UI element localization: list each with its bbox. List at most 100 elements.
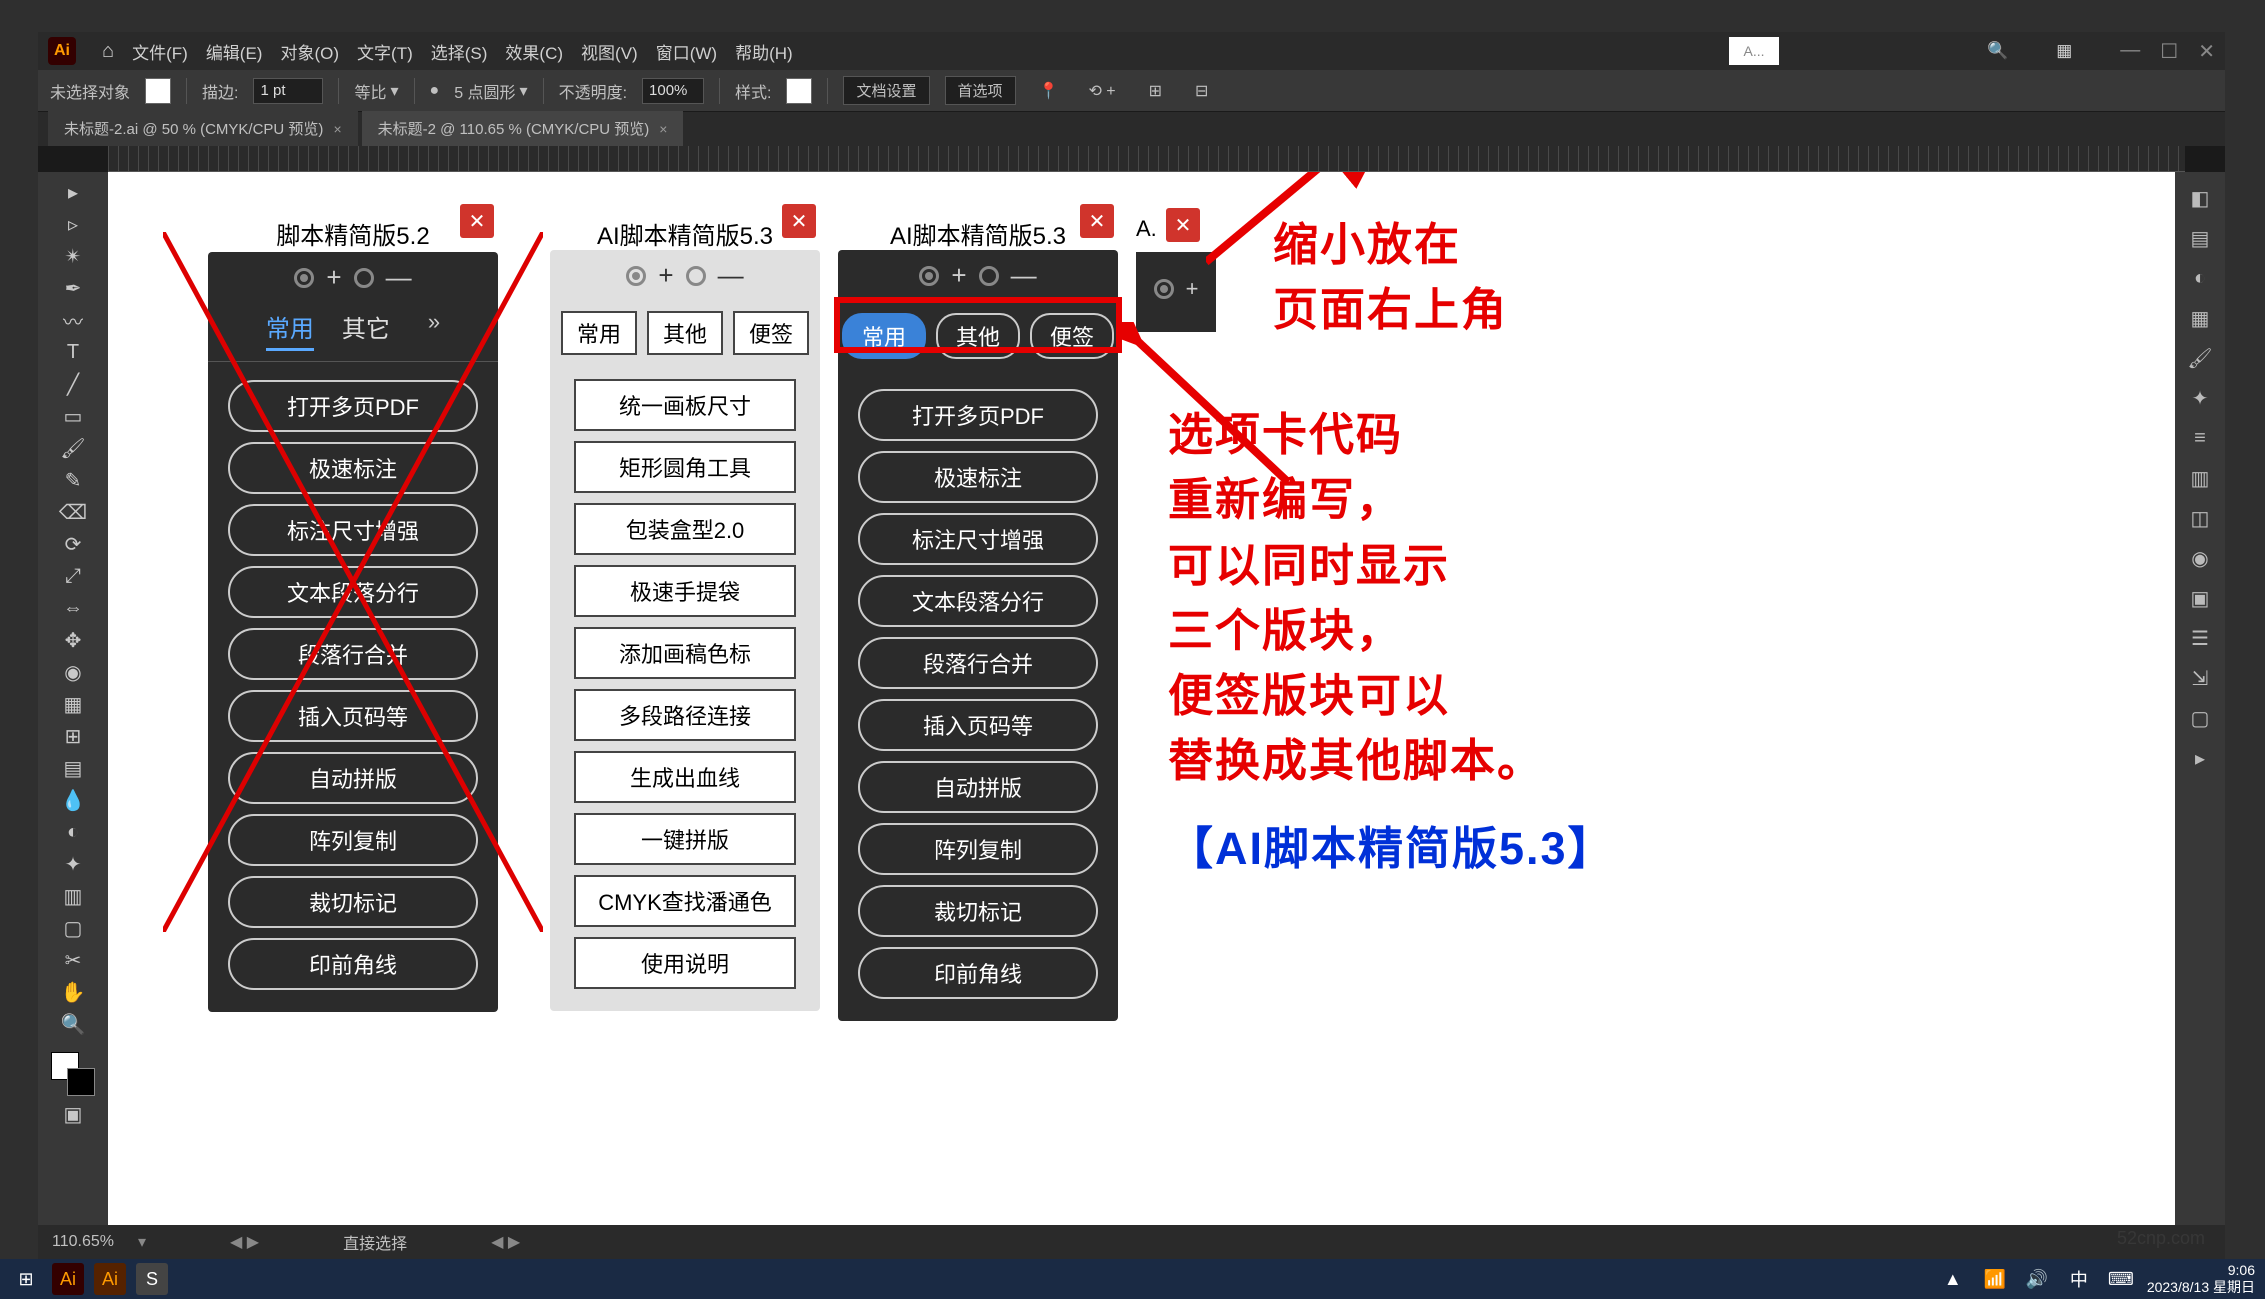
btn-add-swatch[interactable]: 添加画稿色标 — [574, 627, 796, 679]
screen-mode-icon[interactable]: ▣ — [59, 1100, 87, 1128]
btn-text-para-split[interactable]: 文本段落分行 — [228, 566, 478, 618]
close-icon[interactable]: ✕ — [2198, 39, 2215, 64]
layers-icon[interactable]: ☰ — [2184, 622, 2216, 654]
btn-auto-impose[interactable]: 自动拼版 — [228, 752, 478, 804]
width-tool-icon[interactable]: ⇔ — [59, 594, 87, 622]
header-search-box[interactable]: A... — [1729, 37, 1779, 65]
symbol-tool-icon[interactable]: ✦ — [59, 850, 87, 878]
menu-window[interactable]: 窗口(W) — [656, 39, 717, 64]
artboard-canvas[interactable]: 脚本精简版5.2 ✕ + — 常用 其它 » 打开多页PDF 极速标注 标注尺寸… — [108, 172, 2175, 1225]
menu-effect[interactable]: 效果(C) — [505, 39, 563, 64]
btn-help[interactable]: 使用说明 — [574, 937, 796, 989]
keyboard-icon[interactable]: ⌨ — [2105, 1263, 2137, 1295]
btn-corner-marks[interactable]: 印前角线 — [228, 938, 478, 990]
eraser-tool-icon[interactable]: ⌫ — [59, 498, 87, 526]
brush-tool-icon[interactable]: 🖌 — [59, 434, 87, 462]
opacity-input[interactable] — [642, 78, 704, 104]
maximize-icon[interactable]: ☐ — [2160, 39, 2178, 64]
wand-tool-icon[interactable]: ✴ — [59, 242, 87, 270]
search-icon[interactable]: 🔍 — [1987, 41, 2008, 61]
zoom-level[interactable]: 110.65% — [52, 1233, 114, 1251]
btn-text-para-split[interactable]: 文本段落分行 — [858, 575, 1098, 627]
panel-toggle-icon[interactable]: ⊞ — [1149, 81, 1162, 101]
btn-corner-marks[interactable]: 印前角线 — [858, 947, 1098, 999]
btn-open-pdf[interactable]: 打开多页PDF — [858, 389, 1098, 441]
btn-para-merge[interactable]: 段落行合并 — [228, 628, 478, 680]
stroke-input[interactable] — [253, 78, 323, 104]
stroke-icon[interactable]: ≡ — [2184, 422, 2216, 454]
transparency-icon[interactable]: ◫ — [2184, 502, 2216, 534]
btn-para-merge[interactable]: 段落行合并 — [858, 637, 1098, 689]
free-transform-icon[interactable]: ✥ — [59, 626, 87, 654]
shape-builder-icon[interactable]: ◉ — [59, 658, 87, 686]
close-button[interactable]: ✕ — [1080, 204, 1114, 238]
pen-tool-icon[interactable]: ✒ — [59, 274, 87, 302]
btn-oneclick-impose[interactable]: 一键拼版 — [574, 813, 796, 865]
network-icon[interactable]: 📶 — [1979, 1263, 2011, 1295]
tab-other[interactable]: 其他 — [647, 311, 723, 355]
rotate-tool-icon[interactable]: ⟳ — [59, 530, 87, 558]
menu-type[interactable]: 文字(T) — [357, 39, 413, 64]
radio-on-icon[interactable] — [919, 266, 939, 286]
btn-unify-artboard[interactable]: 统一画板尺寸 — [574, 379, 796, 431]
home-icon[interactable]: ⌂ — [102, 40, 114, 63]
radio-on-icon[interactable] — [294, 268, 314, 288]
brushes-icon[interactable]: 🖌 — [2184, 342, 2216, 374]
btn-box-type[interactable]: 包装盒型2.0 — [574, 503, 796, 555]
doc-tab-1[interactable]: 未标题-2.ai @ 50 % (CMYK/CPU 预览)× — [48, 111, 358, 146]
menu-select[interactable]: 选择(S) — [431, 39, 488, 64]
direct-select-tool-icon[interactable]: ▹ — [59, 210, 87, 238]
panel-toggle-icon-2[interactable]: ⊟ — [1195, 81, 1208, 101]
btn-page-number[interactable]: 插入页码等 — [858, 699, 1098, 751]
eyedropper-tool-icon[interactable]: 💧 — [59, 786, 87, 814]
close-button[interactable]: ✕ — [1166, 208, 1200, 242]
gradient-icon[interactable]: ▥ — [2184, 462, 2216, 494]
btn-page-number[interactable]: 插入页码等 — [228, 690, 478, 742]
line-tool-icon[interactable]: ╱ — [59, 370, 87, 398]
asset-export-icon[interactable]: ⇲ — [2184, 662, 2216, 694]
zoom-tool-icon[interactable]: 🔍 — [59, 1010, 87, 1038]
tab-common[interactable]: 常用 — [266, 309, 314, 351]
curvature-tool-icon[interactable]: 〰 — [59, 306, 87, 334]
btn-join-paths[interactable]: 多段路径连接 — [574, 689, 796, 741]
tab-common[interactable]: 常用 — [561, 311, 637, 355]
btn-fast-annotate[interactable]: 极速标注 — [858, 451, 1098, 503]
btn-array-copy[interactable]: 阵列复制 — [858, 823, 1098, 875]
radio-on-icon[interactable] — [626, 266, 646, 286]
close-icon[interactable]: × — [659, 121, 667, 137]
pencil-tool-icon[interactable]: ✎ — [59, 466, 87, 494]
ime-icon[interactable]: 中 — [2063, 1263, 2095, 1295]
properties-icon[interactable]: ◧ — [2184, 182, 2216, 214]
perspective-tool-icon[interactable]: ▦ — [59, 690, 87, 718]
brush-dropdown[interactable]: 5 点圆形 ▾ — [454, 79, 527, 103]
libraries-icon[interactable]: ▤ — [2184, 222, 2216, 254]
menu-file[interactable]: 文件(F) — [132, 39, 188, 64]
close-button[interactable]: ✕ — [782, 204, 816, 238]
appearance-icon[interactable]: ◉ — [2184, 542, 2216, 574]
hand-tool-icon[interactable]: ✋ — [59, 978, 87, 1006]
doc-setup-button[interactable]: 文档设置 — [843, 76, 929, 105]
btn-fast-annotate[interactable]: 极速标注 — [228, 442, 478, 494]
btn-round-rect-tool[interactable]: 矩形圆角工具 — [574, 441, 796, 493]
rect-tool-icon[interactable]: ▭ — [59, 402, 87, 430]
btn-handbag[interactable]: 极速手提袋 — [574, 565, 796, 617]
tab-other[interactable]: 其它 — [342, 309, 390, 351]
graphic-styles-icon[interactable]: ▣ — [2184, 582, 2216, 614]
tab-notes[interactable]: 便签 — [733, 311, 809, 355]
scale-tool-icon[interactable]: ⤢ — [59, 562, 87, 590]
btn-auto-impose[interactable]: 自动拼版 — [858, 761, 1098, 813]
loop-icon[interactable]: ⟲ + — [1088, 81, 1115, 101]
doc-tab-2[interactable]: 未标题-2 @ 110.65 % (CMYK/CPU 预览)× — [362, 111, 684, 146]
graph-tool-icon[interactable]: ▥ — [59, 882, 87, 910]
mesh-tool-icon[interactable]: ⊞ — [59, 722, 87, 750]
close-button[interactable]: ✕ — [460, 204, 494, 238]
artboard-tool-icon[interactable]: ▢ — [59, 914, 87, 942]
btn-trim-marks[interactable]: 裁切标记 — [228, 876, 478, 928]
radio-off-icon[interactable] — [686, 266, 706, 286]
start-icon[interactable]: ⊞ — [10, 1263, 42, 1295]
volume-icon[interactable]: 🔊 — [2021, 1263, 2053, 1295]
radio-off-icon[interactable] — [354, 268, 374, 288]
btn-array-copy[interactable]: 阵列复制 — [228, 814, 478, 866]
arrange-docs-icon[interactable]: ▦ — [2056, 41, 2072, 61]
minimize-icon[interactable]: — — [2120, 39, 2140, 64]
